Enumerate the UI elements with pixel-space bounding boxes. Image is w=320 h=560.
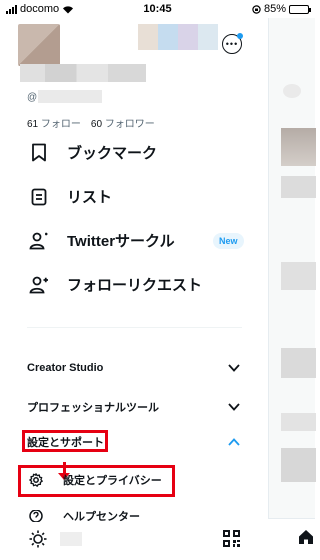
chevron-down-icon <box>227 400 241 414</box>
chevron-up-icon <box>227 435 241 449</box>
add-person-icon <box>29 275 49 295</box>
menu-bookmarks[interactable]: ブックマーク <box>29 142 157 163</box>
qr-code-icon[interactable] <box>223 530 240 552</box>
menu-lists-label: リスト <box>67 189 113 206</box>
following-link[interactable]: 61 フォロー <box>27 115 81 130</box>
menu-follow-requests-label: フォローリクエスト <box>67 277 203 294</box>
display-mode-icon[interactable] <box>29 530 47 553</box>
battery-icon <box>289 4 311 14</box>
battery-group: 85% <box>252 3 311 15</box>
section-professional-tools-label: プロフェッショナルツール <box>27 402 159 414</box>
blurred-item <box>60 532 82 546</box>
menu-follow-requests[interactable]: フォローリクエスト <box>29 274 202 295</box>
chevron-down-icon <box>227 361 241 375</box>
status-bar: docomo 10:45 85% <box>0 0 315 18</box>
menu-twitter-circle-label: Twitterサークル <box>67 233 175 250</box>
help-center-label: ヘルプセンター <box>63 511 140 522</box>
menu-lists[interactable]: リスト <box>29 186 112 207</box>
side-drawer: ••• @ 61 フォロー 60 フォロワー ブックマーク リスト Twitte… <box>0 18 268 560</box>
follow-stats: 61 フォロー 60 フォロワー <box>27 115 155 130</box>
divider <box>27 327 242 328</box>
avatar[interactable] <box>18 24 60 66</box>
home-icon[interactable] <box>298 529 314 550</box>
bookmark-icon <box>29 143 49 163</box>
user-handle-blurred <box>38 90 102 103</box>
accounts-more-button[interactable]: ••• <box>222 33 243 54</box>
other-accounts[interactable] <box>138 24 218 50</box>
bottom-tab-bar <box>268 518 315 560</box>
section-professional-tools[interactable]: プロフェッショナルツール <box>27 399 241 415</box>
annotation-box-settings-privacy <box>18 465 175 497</box>
question-icon <box>29 510 43 522</box>
section-creator-studio-label: Creator Studio <box>27 362 104 374</box>
annotation-box-settings-support <box>22 430 108 452</box>
orientation-lock-icon <box>252 4 261 14</box>
list-icon <box>29 187 49 207</box>
display-name-blurred <box>20 64 146 82</box>
section-creator-studio[interactable]: Creator Studio <box>27 361 241 375</box>
menu-twitter-circle[interactable]: Twitterサークル <box>29 230 175 251</box>
notification-dot <box>237 33 243 39</box>
user-handle: @ <box>27 92 38 103</box>
battery-percent: 85% <box>263 3 286 15</box>
menu-bookmarks-label: ブックマーク <box>67 145 158 162</box>
help-center-item[interactable]: ヘルプセンター <box>29 510 140 522</box>
followers-link[interactable]: 60 フォロワー <box>91 115 155 130</box>
background-timeline <box>268 18 316 560</box>
circle-person-icon <box>29 231 49 251</box>
more-dots-icon: ••• <box>225 39 239 49</box>
new-badge: New <box>213 233 244 249</box>
